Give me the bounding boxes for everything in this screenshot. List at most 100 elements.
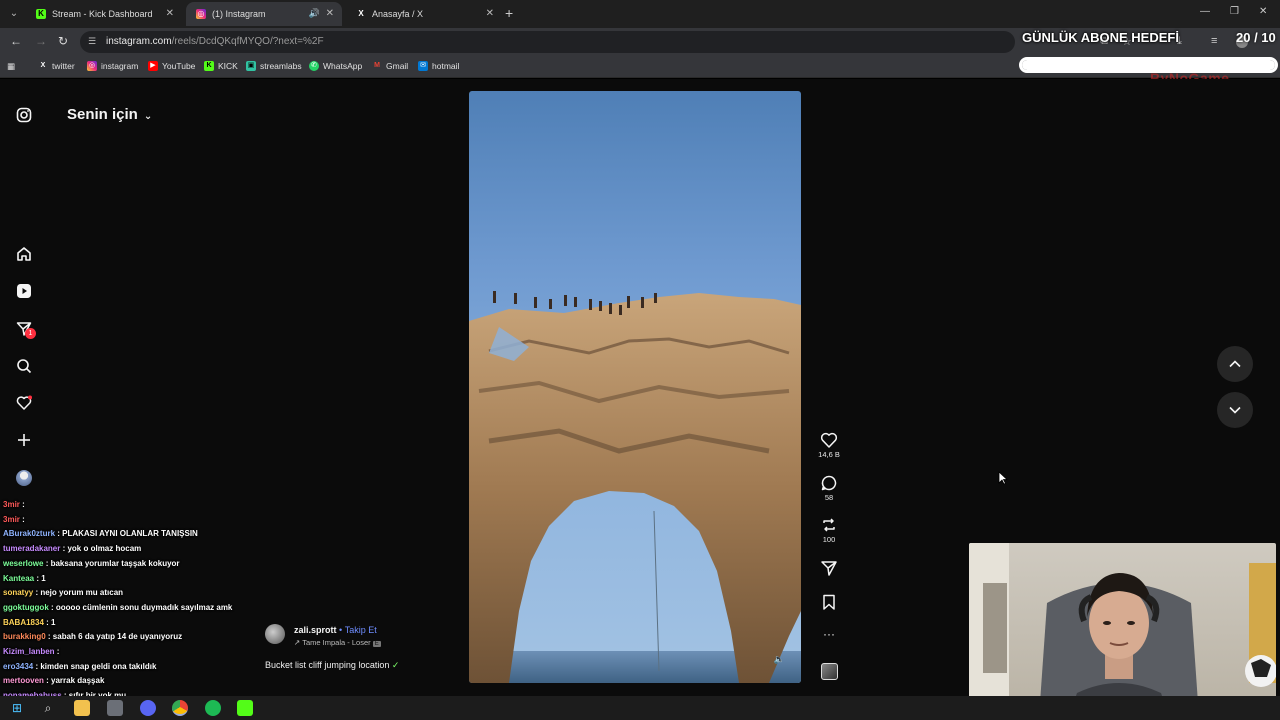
chat-username: sonatyy: [3, 588, 34, 598]
comment-count: 58: [824, 493, 834, 502]
windows-taskbar: ⊞ ⌕: [0, 696, 1280, 720]
spotify-icon[interactable]: [205, 700, 221, 716]
bookmark-streamlabs[interactable]: ▣ streamlabs: [246, 61, 302, 71]
search-icon[interactable]: ⌕: [40, 700, 56, 716]
bookmark-hotmail[interactable]: ✉ hotmail: [418, 61, 459, 71]
mouse-cursor-icon: [998, 471, 1008, 485]
subscriber-goal-fill: [1022, 60, 1275, 70]
next-reel-button[interactable]: [1217, 392, 1253, 428]
bookmark-gmail[interactable]: M Gmail: [372, 61, 408, 71]
music-title: Tame Impala - Loser: [302, 638, 371, 647]
subscriber-goal-title: GÜNLÜK ABONE HEDEFİ: [1022, 30, 1179, 45]
bookmark-youtube[interactable]: ▶ YouTube: [148, 61, 195, 71]
close-tab-icon[interactable]: ✕: [166, 8, 174, 19]
chat-message: burakking0 : sabah 6 da yatıp 14 de uyan…: [3, 632, 182, 641]
tab-search-button[interactable]: ⌄: [6, 6, 22, 22]
cliff-arch-image: [469, 291, 801, 683]
feed-title: Senin için: [67, 106, 138, 123]
repost-action[interactable]: 100: [813, 516, 845, 544]
back-icon[interactable]: ←: [10, 34, 22, 48]
chrome-icon[interactable]: [172, 700, 188, 716]
steam-icon[interactable]: [107, 700, 123, 716]
comment-action[interactable]: 58: [813, 474, 845, 502]
minimize-icon[interactable]: —: [1200, 6, 1210, 17]
chat-username: mertooven: [3, 676, 44, 686]
x-icon: X: [40, 62, 46, 69]
reel-caption: Bucket list cliff jumping location ✓: [265, 660, 400, 670]
tab-instagram[interactable]: ◎ (1) Instagram 🔊 ✕: [186, 2, 342, 26]
chat-text: PLAKASI AYNI OLANLAR TANIŞSIN: [62, 529, 198, 539]
chat-message: tumeradakaner : yok o olmaz hocam: [3, 544, 141, 553]
chat-message: sonatyy : nejo yorum mu atıcan: [3, 588, 123, 597]
chat-separator: :: [43, 617, 52, 627]
tab-x-home[interactable]: X Anasayfa / X ✕: [346, 2, 502, 26]
kick-app-icon[interactable]: [237, 700, 253, 716]
windows-start-icon[interactable]: ⊞: [9, 700, 25, 716]
instagram-icon: ◎: [196, 9, 206, 19]
instagram-icon[interactable]: [15, 106, 33, 124]
apps-grid-icon[interactable]: ▦: [7, 61, 15, 72]
forward-icon[interactable]: →: [35, 34, 47, 48]
follow-button[interactable]: Takip Et: [345, 625, 377, 635]
tab-audio-icon[interactable]: 🔊: [309, 8, 320, 19]
x-icon: X: [358, 9, 364, 18]
messages-icon[interactable]: 1: [15, 320, 36, 339]
bookmark-whatsapp[interactable]: ✆ WhatsApp: [309, 61, 362, 71]
follow-separator: •: [339, 625, 343, 635]
restore-icon[interactable]: ❐: [1230, 6, 1239, 17]
url-text[interactable]: instagram.com/reels/DcdQKqfMYQO/?next=%2…: [106, 36, 324, 47]
reload-icon[interactable]: ↻: [58, 34, 68, 48]
new-tab-button[interactable]: +: [505, 5, 513, 21]
file-explorer-icon[interactable]: [74, 700, 90, 716]
bookmark-instagram[interactable]: ◎ instagram: [87, 61, 138, 71]
chat-username: weserlowe: [3, 558, 44, 568]
author-username[interactable]: zali.sprott: [294, 625, 337, 635]
bookmark-kick[interactable]: K KICK: [204, 61, 238, 71]
check-emoji: ✓: [391, 660, 400, 670]
home-icon[interactable]: [15, 245, 33, 263]
chat-text: ooooo cümlenin sonu duymadık sayılmaz am…: [55, 602, 233, 612]
chat-username: Kizim_lanben: [3, 647, 55, 656]
youtube-icon: ▶: [148, 61, 158, 71]
reel-video[interactable]: 🔈: [469, 91, 801, 683]
chat-message: 3mir :: [3, 515, 25, 524]
bookmark-icon: [823, 594, 835, 610]
reels-icon[interactable]: [15, 282, 33, 300]
chat-message: BABA1834 : 1: [3, 618, 55, 627]
music-line[interactable]: ↗ Tame Impala - Loser E: [294, 638, 381, 647]
more-options-icon[interactable]: ···: [813, 627, 845, 641]
discord-icon[interactable]: [140, 700, 156, 716]
search-icon[interactable]: [15, 357, 33, 375]
chat-username: BABA1834: [3, 617, 44, 627]
save-action[interactable]: [813, 593, 845, 611]
previous-reel-button[interactable]: [1217, 346, 1253, 382]
chat-separator: :: [19, 514, 25, 524]
address-bar[interactable]: ☰ instagram.com/reels/DcdQKqfMYQO/?next=…: [80, 31, 1015, 53]
feed-selector[interactable]: Senin için ⌄: [67, 106, 152, 123]
media-controls-icon[interactable]: ≡: [1211, 35, 1217, 47]
chevron-down-icon: ⌄: [143, 111, 153, 122]
chat-username: ABurak0zturk: [3, 529, 56, 539]
messages-badge: 1: [25, 328, 36, 339]
chat-username: tumeradakaner: [3, 544, 61, 554]
site-info-icon[interactable]: ☰: [88, 36, 96, 47]
profile-avatar[interactable]: [15, 469, 33, 487]
mute-toggle-icon[interactable]: 🔈: [774, 654, 785, 665]
like-action[interactable]: 14,6 B: [813, 431, 845, 459]
like-count: 14,6 B: [818, 450, 840, 459]
browser-tab-bar: ⌄ K Stream - Kick Dashboard ✕ ◎ (1) Inst…: [0, 0, 1280, 28]
instagram-icon: ◎: [87, 61, 97, 71]
bookmark-twitter[interactable]: Xtwitter: [38, 61, 75, 71]
tab-kick-dashboard[interactable]: K Stream - Kick Dashboard ✕: [26, 2, 182, 26]
share-action[interactable]: [813, 559, 845, 577]
close-tab-icon[interactable]: ✕: [486, 8, 494, 19]
author-avatar[interactable]: [265, 624, 285, 644]
create-icon[interactable]: [15, 431, 33, 449]
close-window-icon[interactable]: ✕: [1259, 6, 1267, 17]
tab-title: Stream - Kick Dashboard: [52, 9, 153, 19]
streamlabs-icon: ▣: [246, 61, 256, 71]
close-tab-icon[interactable]: ✕: [326, 8, 334, 19]
notifications-icon[interactable]: [15, 394, 33, 412]
repost-count: 100: [822, 535, 836, 544]
audio-thumbnail[interactable]: [813, 663, 845, 680]
